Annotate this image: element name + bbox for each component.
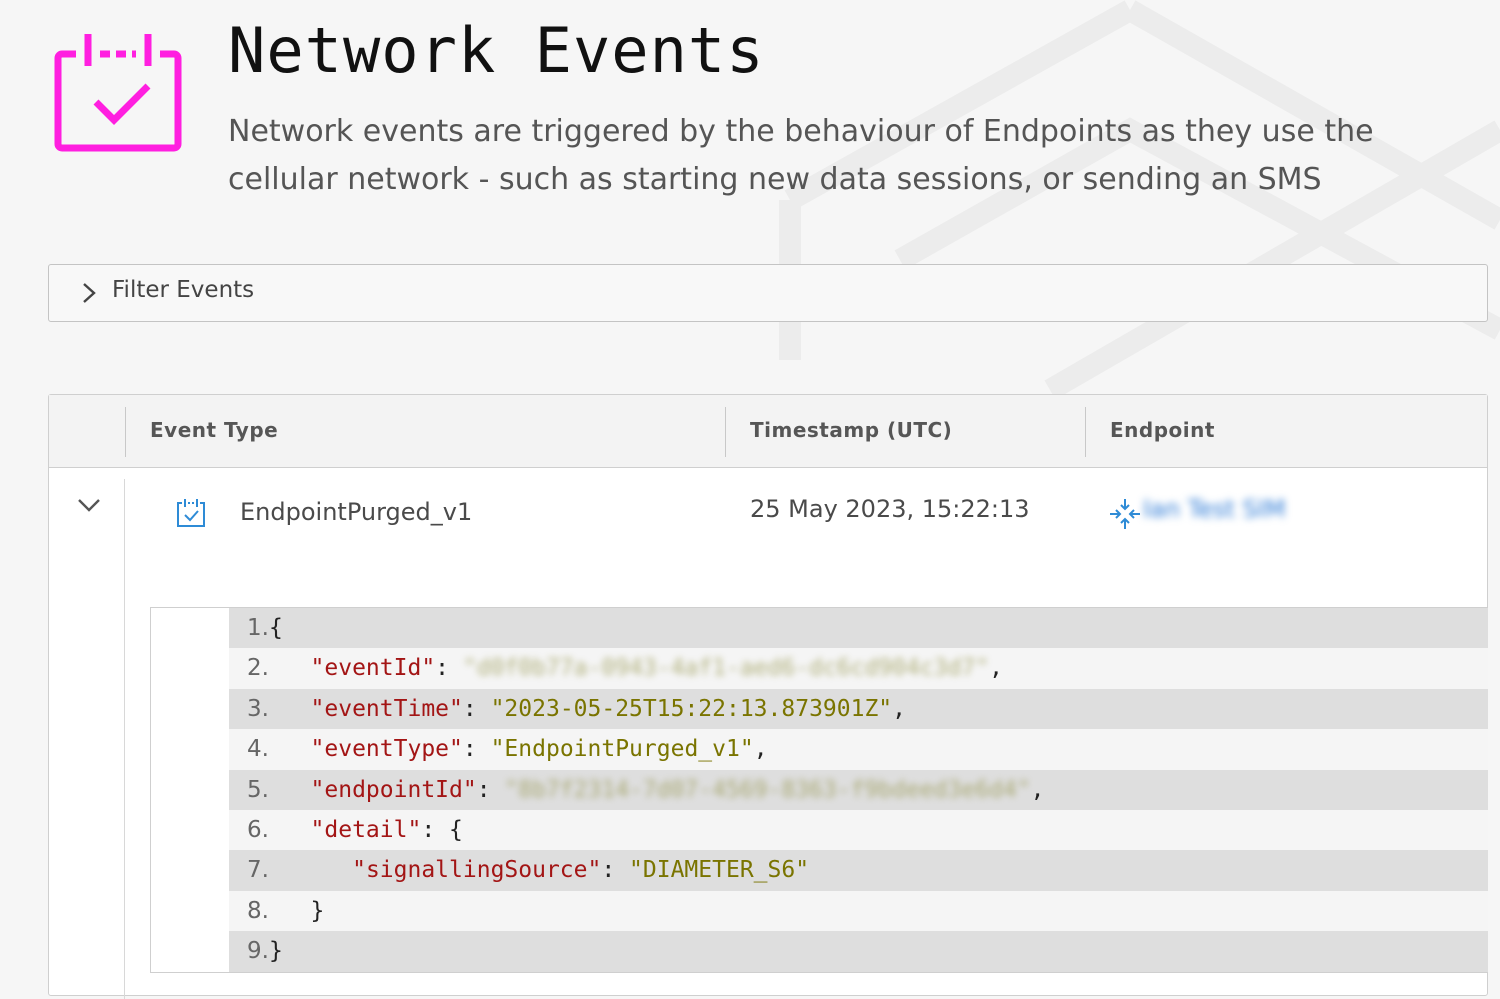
compress-arrows-icon [1110, 499, 1140, 529]
json-punctuation: { [269, 615, 283, 641]
code-line: 3. "eventTime": "2023-05-25T15:22:13.873… [229, 688, 1488, 730]
json-separator: : [476, 776, 505, 803]
line-number: 4. [247, 736, 269, 763]
json-key: "endpointId" [310, 776, 477, 803]
calendar-check-icon [54, 34, 182, 152]
code-line: 7. "signallingSource": "DIAMETER_S6" [229, 850, 1488, 891]
json-key: "detail" [310, 816, 422, 843]
timestamp-cell: 25 May 2023, 15:22:13 [750, 495, 1030, 523]
json-separator: : [462, 736, 491, 763]
json-value: "DIAMETER_S6" [629, 857, 810, 884]
json-separator: : [421, 816, 450, 843]
json-value: "EndpointPurged_v1" [490, 736, 754, 763]
json-punctuation: , [892, 695, 907, 722]
json-key: "signallingSource" [352, 857, 602, 884]
line-number: 1. [247, 615, 269, 641]
json-punctuation: , [753, 736, 768, 763]
json-punctuation: } [310, 897, 325, 924]
filter-events-toggle[interactable]: Filter Events [48, 264, 1488, 322]
line-number: 9. [247, 938, 269, 965]
json-value: "8b7f2314-7d07-4569-8363-f9bdeed3e6d4" [504, 776, 1031, 803]
json-punctuation: { [449, 816, 463, 843]
code-line: 2. "eventId": "d0f0b77a-0943-4af1-aed6-d… [229, 648, 1488, 689]
code-line: 8. } [229, 890, 1488, 932]
code-line: 4. "eventType": "EndpointPurged_v1", [229, 729, 1488, 770]
column-separator[interactable] [725, 407, 726, 457]
line-number: 2. [247, 655, 269, 682]
column-header-endpoint[interactable]: Endpoint [1110, 418, 1215, 442]
code-line: 9.} [229, 931, 1488, 972]
endpoint-link[interactable]: Ian Test SIM [1143, 495, 1286, 523]
column-header-timestamp[interactable]: Timestamp (UTC) [750, 418, 952, 442]
column-separator[interactable] [1085, 407, 1086, 457]
json-value: "2023-05-25T15:22:13.873901Z" [490, 695, 893, 722]
column-separator[interactable] [125, 407, 126, 457]
code-line: 5. "endpointId": "8b7f2314-7d07-4569-836… [229, 769, 1488, 810]
json-punctuation: , [1030, 776, 1045, 803]
chevron-down-icon[interactable] [77, 497, 101, 513]
page-description: Network events are triggered by the beha… [228, 114, 1374, 197]
json-punctuation: } [269, 938, 283, 965]
chevron-right-icon [83, 283, 96, 303]
json-separator: : [601, 857, 630, 884]
filter-events-label: Filter Events [112, 277, 255, 303]
code-line: 1.{ [229, 608, 1488, 649]
event-type-cell: EndpointPurged_v1 [240, 498, 473, 526]
calendar-check-icon [177, 499, 205, 527]
line-number: 3. [247, 695, 269, 722]
json-key: "eventTime" [310, 695, 463, 722]
line-number: 5. [247, 776, 269, 803]
code-lines: 1.{2. "eventId": "d0f0b77a-0943-4af1-aed… [229, 608, 1488, 972]
table-header: Event Type Timestamp (UTC) Endpoint [49, 395, 1487, 468]
json-key: "eventId" [310, 655, 436, 682]
json-separator: : [462, 695, 491, 722]
line-number: 7. [247, 857, 269, 884]
events-table: Event Type Timestamp (UTC) Endpoint Endp… [48, 394, 1488, 999]
json-punctuation: , [989, 655, 1003, 682]
json-value: "d0f0b77a-0943-4af1-aed6-dc6cd904c3d7" [462, 655, 990, 682]
column-header-event-type[interactable]: Event Type [150, 418, 278, 442]
code-line: 6. "detail": { [229, 809, 1488, 851]
json-key: "eventType" [310, 736, 463, 763]
row-divider [124, 479, 125, 999]
json-separator: : [435, 655, 463, 682]
page-title: Network Events [228, 14, 765, 87]
line-number: 6. [247, 816, 269, 843]
event-json-viewer: 1.{2. "eventId": "d0f0b77a-0943-4af1-aed… [150, 607, 1488, 973]
line-number: 8. [247, 897, 269, 924]
